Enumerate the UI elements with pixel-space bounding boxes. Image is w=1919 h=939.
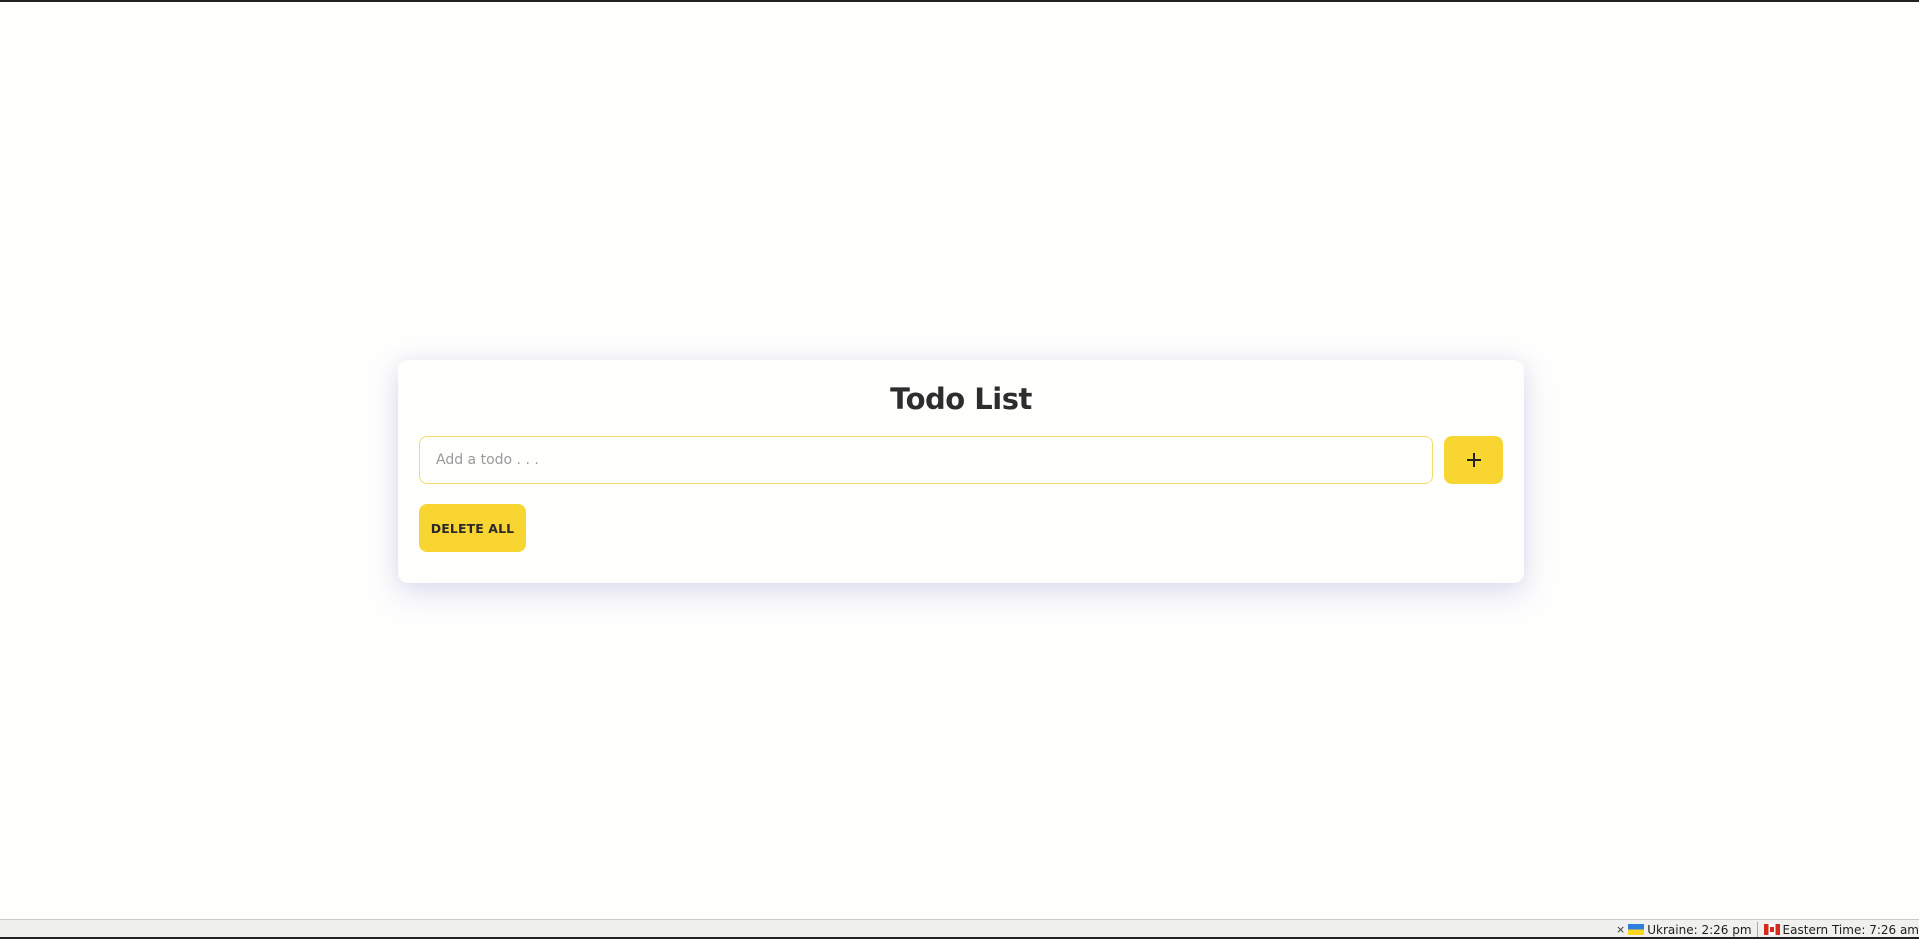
add-todo-button[interactable] [1444,436,1503,484]
browser-viewport: Todo List DELETE ALL [0,2,1919,919]
taskbar: × Ukraine: 2:26 pm Eastern Time: 7:26 am [0,919,1919,939]
world-clock-area: × Ukraine: 2:26 pm Eastern Time: 7:26 am [1616,921,1919,938]
todo-input[interactable] [419,436,1433,484]
clock-separator [1756,922,1758,937]
clock-ukraine[interactable]: Ukraine: 2:26 pm [1647,923,1751,937]
canada-flag-icon [1763,924,1780,935]
todo-card: Todo List DELETE ALL [398,360,1524,583]
plus-icon [1466,453,1481,467]
delete-all-button[interactable]: DELETE ALL [419,504,526,552]
close-icon[interactable]: × [1616,923,1625,936]
page-title: Todo List [890,382,1032,416]
ukraine-flag-icon [1628,924,1645,935]
clock-eastern-time[interactable]: Eastern Time: 7:26 am [1783,923,1919,937]
